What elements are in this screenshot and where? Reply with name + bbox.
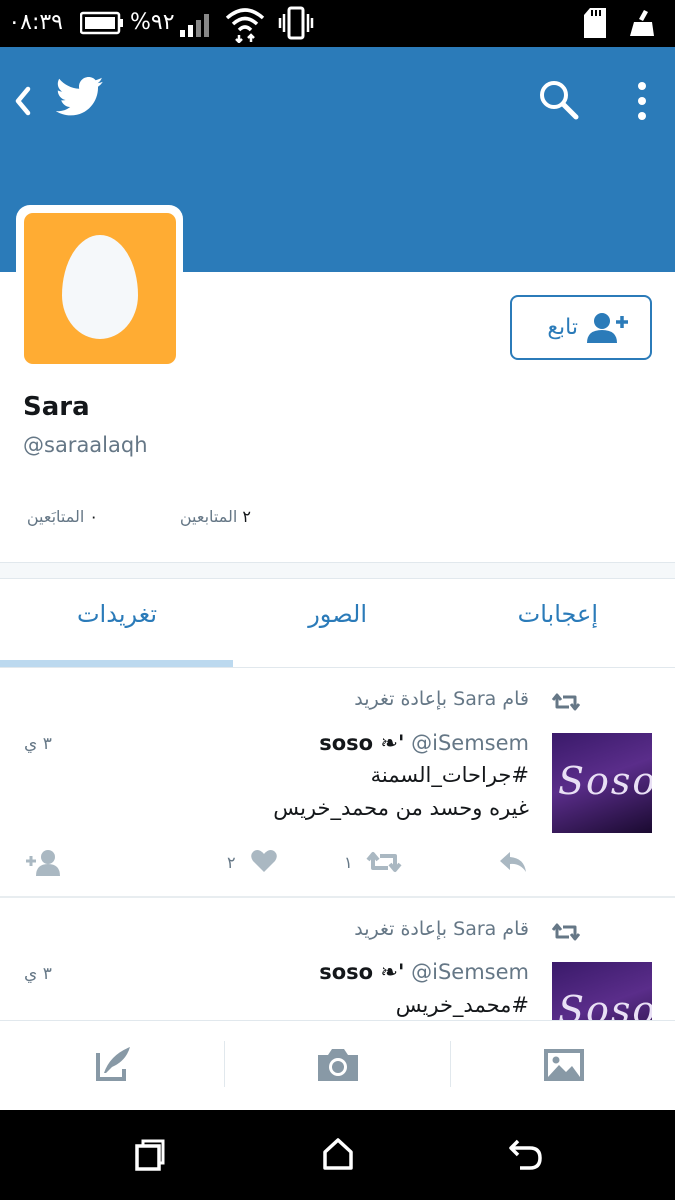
compose-icon[interactable] bbox=[92, 1043, 134, 1085]
avatar-logo-text: Soso bbox=[558, 988, 652, 1020]
tweet-time: ٣ ي bbox=[24, 734, 52, 754]
follow-button-label: تابع bbox=[547, 315, 578, 340]
retweet-label: قام Sara بإعادة تغريد bbox=[354, 688, 529, 710]
retweet-icon[interactable] bbox=[366, 850, 402, 874]
tweet-text-line: غيره وحسد من محمد_خريس bbox=[273, 796, 529, 820]
toolbar-divider bbox=[224, 1041, 225, 1087]
search-icon[interactable] bbox=[538, 79, 580, 121]
tab-likes[interactable]: إعجابات bbox=[518, 600, 598, 628]
vibrate-icon bbox=[278, 6, 314, 40]
sd-card-icon bbox=[582, 6, 608, 40]
more-vertical-icon[interactable] bbox=[636, 81, 648, 121]
tweet-author[interactable]: soso ❧' @iSemsem bbox=[319, 731, 529, 755]
tweet-card[interactable]: قام Sara بإعادة تغريد Soso soso ❧' @iSem… bbox=[0, 898, 675, 1020]
profile-name: Sara bbox=[23, 392, 90, 422]
tweet-author-avatar[interactable]: Soso bbox=[552, 733, 652, 833]
like-count: ٢ bbox=[227, 853, 236, 872]
image-icon[interactable] bbox=[542, 1047, 586, 1083]
tweet-author-name: soso ❧' bbox=[319, 731, 405, 755]
avatar[interactable] bbox=[24, 213, 176, 364]
back-icon[interactable] bbox=[508, 1138, 544, 1170]
tweet-text-line: #محمد_خريس bbox=[395, 993, 529, 1017]
battery-percent: %٩٢ bbox=[130, 10, 175, 35]
followers-label: المتابَعين bbox=[26, 507, 85, 526]
egg-icon bbox=[62, 235, 138, 339]
tab-tweets[interactable]: تغريدات bbox=[77, 600, 157, 628]
status-bar: ٠٨:٣٩ %٩٢ bbox=[0, 0, 675, 47]
active-tab-indicator bbox=[0, 660, 233, 667]
reply-icon[interactable] bbox=[498, 850, 528, 874]
follow-button[interactable]: تابع bbox=[510, 295, 652, 360]
followers-stat[interactable]: ٠ المتابَعين bbox=[27, 507, 98, 526]
followers-count: ٠ bbox=[89, 507, 98, 526]
retweet-indicator-icon bbox=[552, 692, 580, 712]
tweet-author-avatar[interactable]: Soso bbox=[552, 962, 652, 1020]
compose-toolbar bbox=[0, 1020, 675, 1111]
tweet-author-handle: @iSemsem bbox=[411, 960, 529, 984]
tab-photos[interactable]: الصور bbox=[308, 600, 367, 628]
chevron-left-icon[interactable] bbox=[12, 85, 34, 117]
system-nav-bar bbox=[0, 1110, 675, 1200]
avatar-logo-text: Soso bbox=[558, 759, 652, 803]
tweet-author[interactable]: soso ❧' @iSemsem bbox=[319, 960, 529, 984]
signal-icon bbox=[178, 10, 216, 38]
camera-icon[interactable] bbox=[316, 1047, 360, 1083]
tweet-author-name: soso ❧' bbox=[319, 960, 405, 984]
tweet-time: ٣ ي bbox=[24, 964, 52, 984]
tweet-text-line: #جراحات_السمنة bbox=[370, 763, 529, 787]
following-stat[interactable]: ٢ المتابعين bbox=[180, 507, 251, 526]
toolbar-divider bbox=[450, 1041, 451, 1087]
tweet-author-handle: @iSemsem bbox=[411, 731, 529, 755]
recent-apps-icon[interactable] bbox=[134, 1138, 166, 1172]
status-time: ٠٨:٣٩ bbox=[8, 10, 63, 35]
add-user-icon bbox=[584, 312, 630, 344]
home-icon[interactable] bbox=[322, 1138, 354, 1170]
cleaner-icon bbox=[628, 8, 658, 38]
twitter-bird-icon[interactable] bbox=[56, 75, 104, 119]
heart-icon[interactable] bbox=[251, 849, 277, 873]
following-label: المتابعين bbox=[179, 507, 238, 526]
section-divider bbox=[0, 562, 675, 579]
battery-icon bbox=[80, 11, 124, 35]
tweet-card[interactable]: قام Sara بإعادة تغريد Soso soso ❧' @iSem… bbox=[0, 668, 675, 896]
retweet-label: قام Sara بإعادة تغريد bbox=[354, 918, 529, 940]
profile-handle: @saraalaqh bbox=[23, 433, 148, 457]
retweet-count: ١ bbox=[344, 853, 353, 872]
wifi-icon bbox=[224, 5, 266, 43]
follow-author-icon[interactable] bbox=[24, 849, 66, 877]
following-count: ٢ bbox=[242, 507, 251, 526]
retweet-indicator-icon bbox=[552, 922, 580, 942]
